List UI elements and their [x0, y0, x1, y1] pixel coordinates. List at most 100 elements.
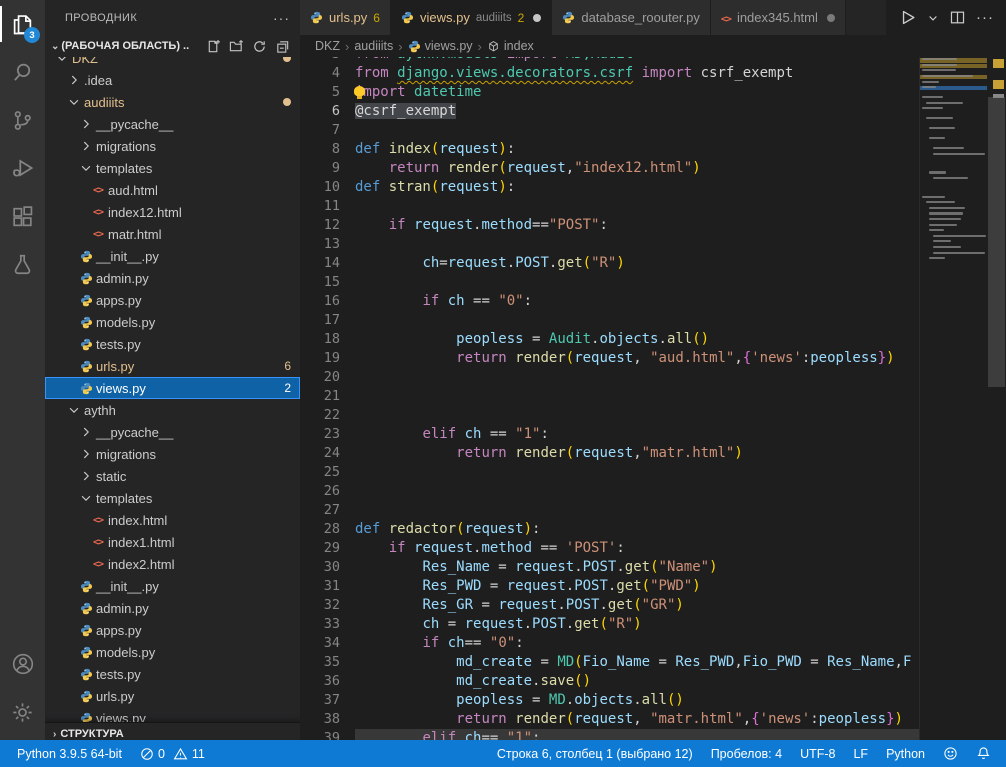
- code-line-37[interactable]: 37 peopless = MD.objects.all(): [300, 691, 920, 710]
- tree-item-apps.py[interactable]: apps.py: [45, 289, 300, 311]
- feedback-icon[interactable]: [934, 746, 967, 761]
- tree-item-admin.py[interactable]: admin.py: [45, 597, 300, 619]
- split-editor-button[interactable]: [949, 9, 966, 26]
- new-folder-icon[interactable]: [229, 39, 244, 54]
- tab-urls.py[interactable]: urls.py6: [300, 0, 391, 35]
- code-line-11[interactable]: 11: [300, 197, 920, 216]
- run-dropdown-chevron-icon[interactable]: [927, 12, 939, 24]
- explorer-icon[interactable]: 3: [0, 0, 45, 48]
- notifications-bell-icon[interactable]: [967, 746, 1000, 761]
- run-button[interactable]: [898, 8, 917, 27]
- code-line-33[interactable]: 33 ch = request.POST.get("R"): [300, 615, 920, 634]
- tree-item-models.py[interactable]: models.py: [45, 641, 300, 663]
- tree-item-urls.py[interactable]: urls.py: [45, 685, 300, 707]
- tree-item-static[interactable]: static: [45, 465, 300, 487]
- source-control-icon[interactable]: [0, 96, 45, 144]
- refresh-icon[interactable]: [252, 39, 267, 54]
- tab-index345.html[interactable]: <>index345.html: [711, 0, 846, 35]
- tree-item-audiiits[interactable]: audiiits: [45, 91, 300, 113]
- breadcrumb-item-index[interactable]: index: [487, 39, 534, 53]
- tree-item-templates[interactable]: templates: [45, 157, 300, 179]
- tab-views.py[interactable]: views.pyaudiiits2: [391, 0, 552, 35]
- code-line-23[interactable]: 23 elif ch == "1":: [300, 425, 920, 444]
- code-line-15[interactable]: 15: [300, 273, 920, 292]
- code-line-18[interactable]: 18 peopless = Audit.objects.all(): [300, 330, 920, 349]
- workspace-section-header[interactable]: ⌄ (РАБОЧАЯ ОБЛАСТЬ) ...: [45, 35, 300, 57]
- breadcrumb-item-audiiits[interactable]: audiiits: [354, 39, 393, 53]
- minimap[interactable]: [919, 57, 987, 740]
- code-line-5[interactable]: 5import datetime: [300, 83, 920, 102]
- cursor-position-status[interactable]: Строка 6, столбец 1 (выбрано 12): [488, 747, 702, 761]
- tree-item-aythh[interactable]: aythh: [45, 399, 300, 421]
- code-line-21[interactable]: 21: [300, 387, 920, 406]
- code-line-12[interactable]: 12 if request.method=="POST":: [300, 216, 920, 235]
- problems-status[interactable]: 0 11: [131, 747, 214, 761]
- tree-item-__pycache__[interactable]: __pycache__: [45, 421, 300, 443]
- tree-item-index12.html[interactable]: <>index12.html: [45, 201, 300, 223]
- tree-item-index.html[interactable]: <>index.html: [45, 509, 300, 531]
- code-line-25[interactable]: 25: [300, 463, 920, 482]
- code-line-28[interactable]: 28def redactor(request):: [300, 520, 920, 539]
- tree-item-views.py[interactable]: views.py: [45, 707, 300, 722]
- extensions-icon[interactable]: [0, 192, 45, 240]
- tree-item-admin.py[interactable]: admin.py: [45, 267, 300, 289]
- tree-item-migrations[interactable]: migrations: [45, 135, 300, 157]
- code-line-17[interactable]: 17: [300, 311, 920, 330]
- tree-item-apps.py[interactable]: apps.py: [45, 619, 300, 641]
- search-icon[interactable]: [0, 48, 45, 96]
- tree-item-__init__.py[interactable]: __init__.py: [45, 575, 300, 597]
- code-line-31[interactable]: 31 Res_PWD = request.POST.get("PWD"): [300, 577, 920, 596]
- python-interpreter-status[interactable]: Python 3.9.5 64-bit: [8, 747, 131, 761]
- tree-item-.idea[interactable]: .idea: [45, 69, 300, 91]
- more-actions-button[interactable]: ···: [976, 9, 994, 26]
- code-line-24[interactable]: 24 return render(request,"matr.html"): [300, 444, 920, 463]
- code-line-3[interactable]: 3from aythh.models import MD,Audit: [300, 57, 920, 64]
- code-line-22[interactable]: 22: [300, 406, 920, 425]
- encoding-status[interactable]: UTF-8: [791, 747, 844, 761]
- new-file-icon[interactable]: [206, 39, 221, 54]
- tab-database_roouter.py[interactable]: database_roouter.py: [552, 0, 711, 35]
- tree-item-tests.py[interactable]: tests.py: [45, 333, 300, 355]
- code-line-19[interactable]: 19 return render(request, "aud.html",{'n…: [300, 349, 920, 368]
- run-and-debug-icon[interactable]: [0, 144, 45, 192]
- lightbulb-icon[interactable]: [354, 86, 365, 96]
- outline-section-header[interactable]: › СТРУКТУРА: [45, 722, 300, 740]
- code-line-20[interactable]: 20: [300, 368, 920, 387]
- tree-item-index1.html[interactable]: <>index1.html: [45, 531, 300, 553]
- dirty-dot-icon[interactable]: [827, 14, 835, 22]
- tree-item-migrations[interactable]: migrations: [45, 443, 300, 465]
- code-line-4[interactable]: 4from django.views.decorators.csrf impor…: [300, 64, 920, 83]
- tree-item-__init__.py[interactable]: __init__.py: [45, 245, 300, 267]
- eol-status[interactable]: LF: [844, 747, 877, 761]
- editor-scrollbar[interactable]: [987, 57, 1006, 740]
- tree-item-__pycache__[interactable]: __pycache__: [45, 113, 300, 135]
- collapse-all-icon[interactable]: [275, 39, 290, 54]
- tree-item-tests.py[interactable]: tests.py: [45, 663, 300, 685]
- account-icon[interactable]: [0, 640, 45, 688]
- settings-gear-icon[interactable]: [0, 688, 45, 736]
- indentation-status[interactable]: Пробелов: 4: [702, 747, 791, 761]
- code-line-39[interactable]: 39 elif ch== "1":: [300, 729, 920, 740]
- code-line-9[interactable]: 9 return render(request,"index12.html"): [300, 159, 920, 178]
- language-mode-status[interactable]: Python: [877, 747, 934, 761]
- breadcrumb-item-DKZ[interactable]: DKZ: [315, 39, 340, 53]
- tree-item-index2.html[interactable]: <>index2.html: [45, 553, 300, 575]
- scrollbar-thumb[interactable]: [988, 97, 1005, 387]
- tree-item-models.py[interactable]: models.py: [45, 311, 300, 333]
- code-line-8[interactable]: 8def index(request):: [300, 140, 920, 159]
- code-area[interactable]: 3from aythh.models import MD,Audit4from …: [300, 57, 920, 740]
- dirty-dot-icon[interactable]: [533, 14, 541, 22]
- testing-icon[interactable]: [0, 240, 45, 288]
- tree-item-templates[interactable]: templates: [45, 487, 300, 509]
- tree-item-views.py[interactable]: views.py2: [45, 377, 300, 399]
- tree-item-urls.py[interactable]: urls.py6: [45, 355, 300, 377]
- code-line-7[interactable]: 7: [300, 121, 920, 140]
- code-line-34[interactable]: 34 if ch== "0":: [300, 634, 920, 653]
- tree-item-DKZ[interactable]: DKZ: [45, 57, 300, 69]
- code-line-35[interactable]: 35 md_create = MD(Fio_Name = Res_PWD,Fio…: [300, 653, 920, 672]
- tree-item-aud.html[interactable]: <>aud.html: [45, 179, 300, 201]
- code-line-6[interactable]: 6@csrf_exempt: [300, 102, 920, 121]
- code-line-38[interactable]: 38 return render(request, "matr.html",{'…: [300, 710, 920, 729]
- code-line-30[interactable]: 30 Res_Name = request.POST.get("Name"): [300, 558, 920, 577]
- code-line-10[interactable]: 10def stran(request):: [300, 178, 920, 197]
